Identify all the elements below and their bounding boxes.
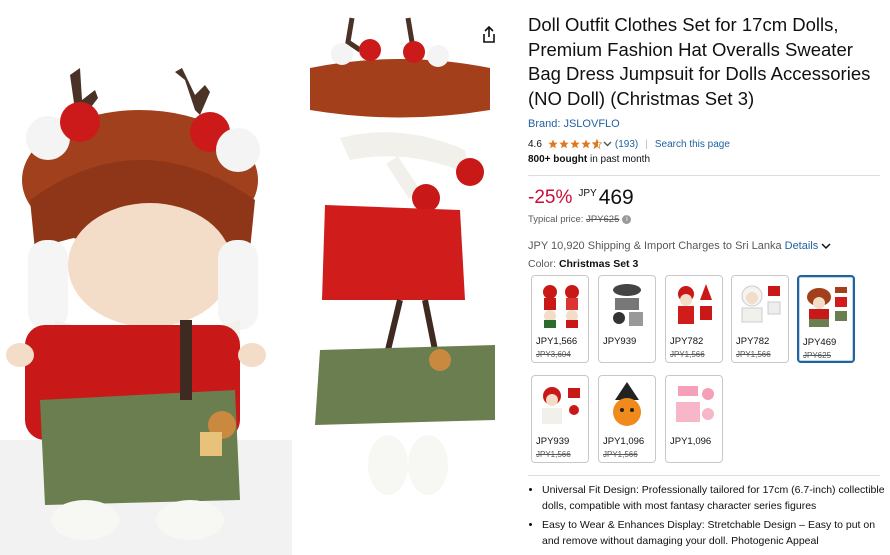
swatch-price: JPY782	[670, 336, 704, 347]
feature-bullet: Universal Fit Design: Professionally tai…	[542, 482, 890, 514]
rating-count-link[interactable]: (193)	[615, 139, 638, 150]
shipping-text: JPY 10,920 Shipping & Import Charges to …	[528, 240, 785, 252]
divider-line	[528, 175, 880, 176]
color-label: Color: Christmas Set 3	[528, 258, 638, 270]
swatch-old-price: JPY1,566	[670, 350, 705, 359]
outfit-flatlay-image[interactable]	[300, 10, 500, 500]
outfit-illustration	[310, 17, 495, 495]
color-swatch[interactable]: JPY939 JPY1,566	[531, 375, 589, 463]
color-swatch-selected[interactable]: JPY469 JPY625	[797, 275, 855, 363]
discount-percent: -25%	[528, 187, 573, 208]
rating-row: 4.6 (193) | Search this page	[528, 136, 730, 152]
rating-value: 4.6	[528, 138, 542, 150]
swatch-price: JPY939	[603, 336, 637, 347]
typical-price: Typical price: JPY625 i	[528, 214, 632, 225]
chevron-down-icon	[603, 141, 612, 147]
color-swatch[interactable]: JPY1,096	[665, 375, 723, 463]
swatch-thumbnail	[613, 382, 641, 426]
typical-price-label: Typical price:	[528, 214, 587, 225]
brand-link[interactable]: Brand: JSLOVFLO	[528, 118, 620, 130]
rating-stars[interactable]	[548, 139, 612, 149]
star-icon	[548, 139, 558, 149]
swatch-thumbnail	[676, 386, 714, 422]
color-swatch[interactable]: JPY939	[598, 275, 656, 363]
typical-price-value: JPY625	[586, 214, 620, 225]
feature-bullet: Easy to Wear & Enhances Display: Stretch…	[542, 517, 890, 549]
swatch-price: JPY782	[736, 336, 770, 347]
swatch-old-price: JPY1,566	[603, 450, 638, 459]
swatch-old-price: JPY625	[803, 351, 832, 360]
main-product-image[interactable]	[0, 0, 292, 555]
bought-count: 800+ bought	[528, 154, 588, 165]
divider: |	[645, 138, 648, 150]
swatch-price: JPY1,096	[603, 436, 645, 447]
swatch-thumbnail	[543, 285, 579, 328]
selected-color: Christmas Set 3	[558, 258, 639, 270]
swatch-old-price: JPY3,604	[536, 350, 571, 359]
star-icon	[559, 139, 569, 149]
share-icon[interactable]	[478, 24, 500, 46]
feature-bullets: Universal Fit Design: Professionally tai…	[528, 482, 890, 552]
doll-illustration	[0, 68, 292, 555]
chevron-down-icon[interactable]	[821, 242, 831, 250]
color-swatch[interactable]: JPY1,096 JPY1,566	[598, 375, 656, 463]
swatch-price: JPY1,566	[536, 336, 578, 347]
swatch-thumbnail	[741, 285, 781, 323]
swatch-price: JPY469	[803, 337, 837, 348]
color-label-prefix: Color:	[528, 258, 559, 270]
divider-line	[528, 475, 880, 476]
info-icon[interactable]: i	[622, 214, 632, 224]
swatch-old-price: JPY1,566	[536, 450, 571, 459]
shipping-info: JPY 10,920 Shipping & Import Charges to …	[528, 240, 831, 252]
swatch-thumbnail	[542, 387, 580, 424]
star-icon	[581, 139, 591, 149]
search-this-page-link[interactable]: Search this page	[655, 139, 730, 150]
color-swatch[interactable]: JPY782 JPY1,566	[731, 275, 789, 363]
price-currency: JPY	[578, 188, 597, 199]
swatch-price: JPY1,096	[670, 436, 712, 447]
swatch-old-price: JPY1,566	[736, 350, 771, 359]
bought-suffix: in past month	[587, 154, 650, 165]
bought-in-past-month: 800+ bought in past month	[528, 154, 650, 165]
color-swatch[interactable]: JPY782 JPY1,566	[665, 275, 723, 363]
swatch-price: JPY939	[536, 436, 570, 447]
price-row: -25% JPY 469	[528, 184, 634, 212]
shipping-details-link[interactable]: Details	[785, 240, 819, 252]
star-half-icon	[591, 139, 602, 149]
color-swatch[interactable]: JPY1,566 JPY3,604	[531, 275, 589, 363]
swatch-thumbnail	[807, 287, 847, 327]
swatch-thumbnail	[678, 284, 712, 324]
price-value: 469	[598, 186, 634, 209]
star-icon	[570, 139, 580, 149]
product-title: Doll Outfit Clothes Set for 17cm Dolls, …	[528, 14, 871, 109]
swatch-thumbnail	[613, 284, 643, 326]
